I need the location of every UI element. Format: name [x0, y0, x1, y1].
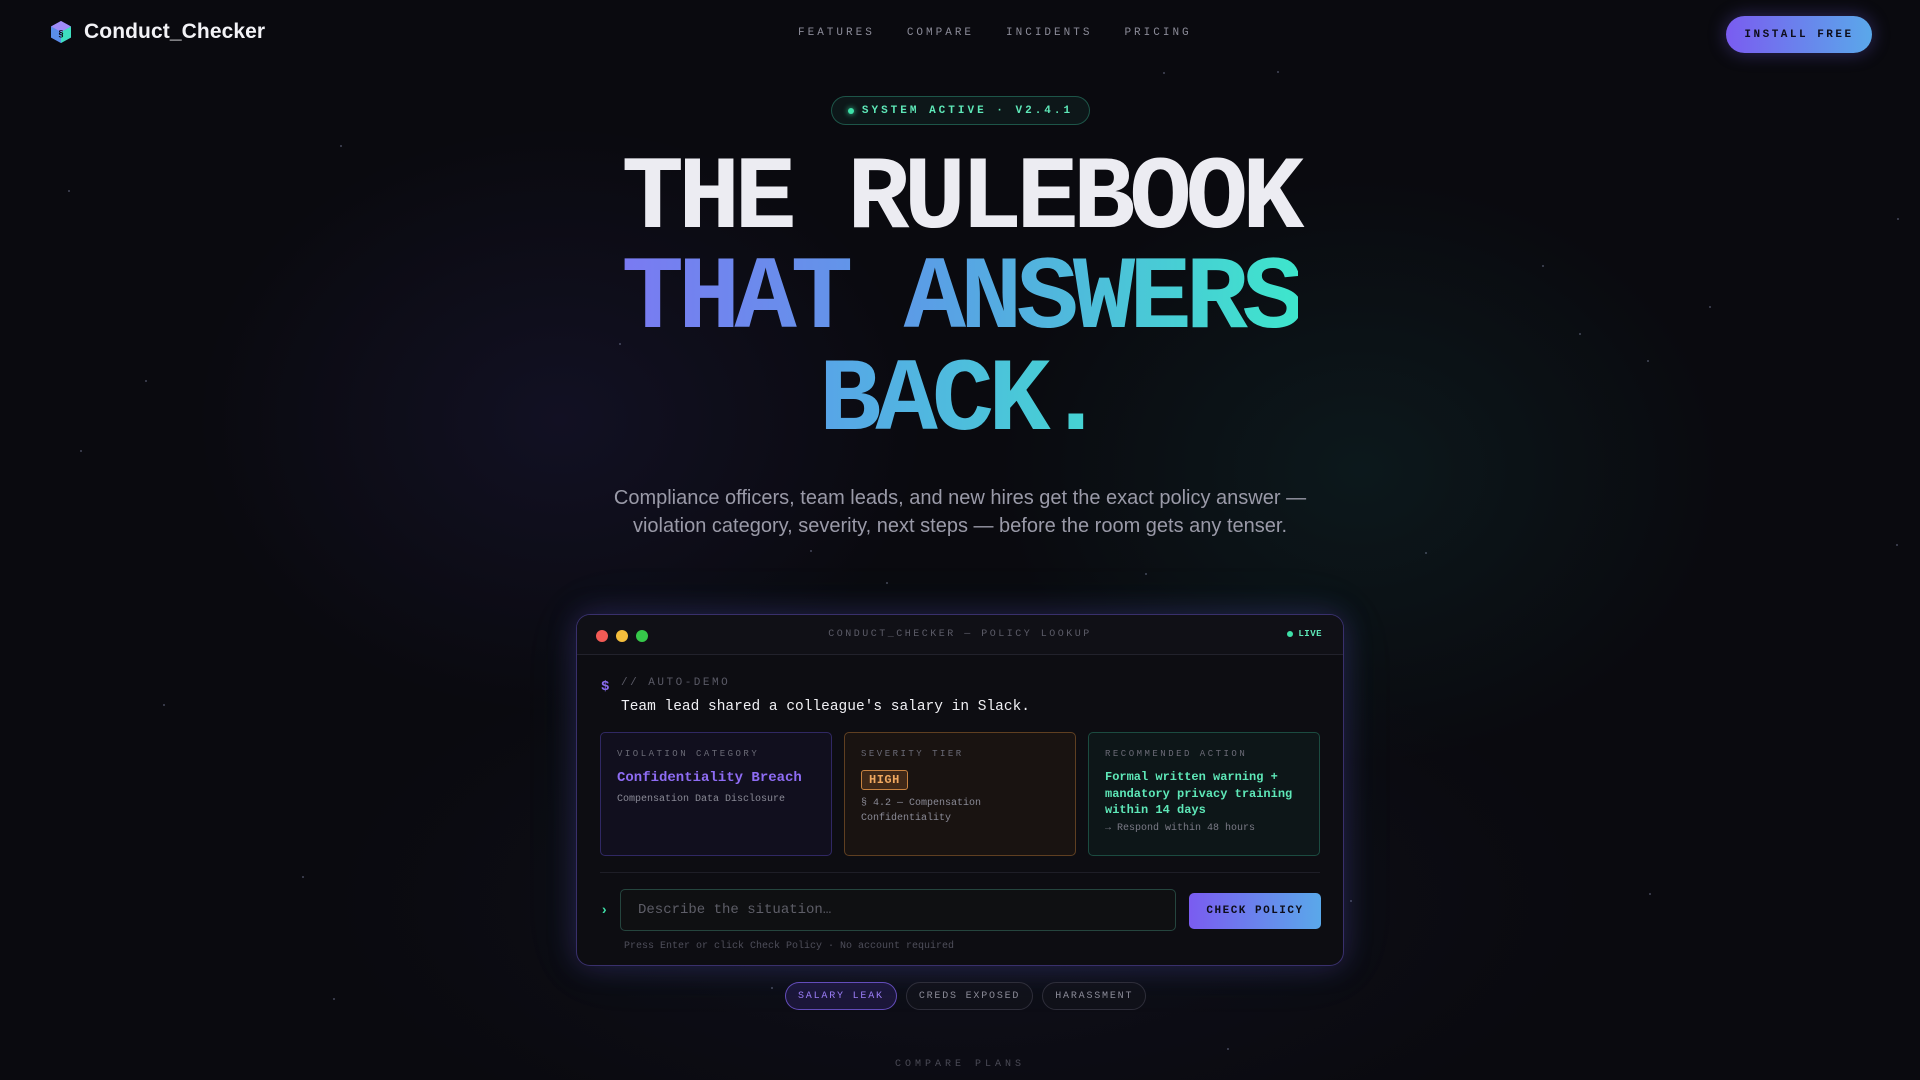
hero-headline-line-2-text: THAT ANSWERS	[621, 241, 1305, 359]
recommended-action-label: RECOMMENDED ACTION	[1105, 749, 1248, 759]
severity-tier-card: SEVERITY TIER HIGH § 4.2 — Compensation …	[844, 732, 1076, 856]
install-free-button[interactable]: INSTALL FREE	[1726, 16, 1872, 53]
live-label: LIVE	[1298, 629, 1322, 639]
chip-salary-leak[interactable]: SALARY LEAK	[785, 982, 897, 1010]
violation-category-label: VIOLATION CATEGORY	[617, 749, 760, 759]
hero-headline-line-3: BACK.	[0, 350, 1920, 454]
nav-link-compare[interactable]: COMPARE	[907, 27, 974, 39]
violation-category-detail: Compensation Data Disclosure	[617, 794, 786, 805]
auto-demo-label: // AUTO-DEMO	[621, 677, 731, 689]
status-dot-icon	[847, 107, 854, 114]
recommended-action-deadline: → Respond within 48 hours	[1105, 822, 1256, 834]
hero-headline-line-3-text: BACK.	[818, 343, 1107, 461]
violation-category-value: Confidentiality Breach	[617, 770, 802, 786]
terminal-title: CONDUCT_CHECKER — POLICY LOOKUP	[828, 629, 1092, 640]
severity-tier-label: SEVERITY TIER	[861, 749, 964, 759]
brand-logo[interactable]: § Conduct_Checker	[50, 20, 265, 44]
check-policy-button[interactable]: CHECK POLICY	[1189, 893, 1321, 929]
terminal-divider	[600, 872, 1320, 873]
chip-harassment[interactable]: HARASSMENT	[1042, 982, 1147, 1010]
input-prompt-arrow-icon: ›	[600, 903, 609, 919]
svg-text:§: §	[58, 29, 63, 39]
live-indicator: LIVE	[1287, 629, 1322, 639]
recommended-action-value: Formal written warning + mandatory priva…	[1105, 770, 1293, 817]
nav-link-features[interactable]: FEATURES	[798, 27, 875, 39]
situation-input[interactable]	[620, 889, 1176, 931]
policy-lookup-terminal: CONDUCT_CHECKER — POLICY LOOKUP LIVE $ /…	[576, 614, 1344, 966]
top-nav: § Conduct_Checker FEATURES COMPARE INCID…	[0, 0, 1920, 68]
recommended-action-card: RECOMMENDED ACTION Formal written warnin…	[1088, 732, 1320, 856]
input-hint: Press Enter or click Check Policy · No a…	[624, 941, 955, 952]
example-chips: SALARY LEAK CREDS EXPOSED HARASSMENT	[785, 982, 1147, 1010]
nav-link-pricing[interactable]: PRICING	[1124, 27, 1191, 39]
hero-headline-line-2: THAT ANSWERS	[0, 248, 1920, 352]
hero-headline-line-1: THE RULEBOOK	[621, 141, 1305, 259]
cube-logo-icon: §	[51, 21, 71, 43]
demo-situation-text: Team lead shared a colleague's salary in…	[621, 699, 1030, 715]
compare-plans-label: COMPARE PLANS	[894, 1059, 1025, 1070]
severity-badge: HIGH	[861, 770, 908, 790]
live-dot-icon	[1287, 631, 1294, 637]
status-badge-text: SYSTEM ACTIVE · V2.4.1	[861, 104, 1074, 117]
nav-link-incidents[interactable]: INCIDENTS	[1006, 27, 1092, 39]
hero-subtitle: Compliance officers, team leads, and new…	[613, 487, 1307, 537]
chip-creds-exposed[interactable]: CREDS EXPOSED	[905, 982, 1034, 1010]
terminal-title-bar: CONDUCT_CHECKER — POLICY LOOKUP LIVE	[577, 615, 1343, 655]
nav-links: FEATURES COMPARE INCIDENTS PRICING	[798, 27, 1224, 39]
brand-name: Conduct_Checker	[84, 20, 266, 43]
status-badge: SYSTEM ACTIVE · V2.4.1	[831, 96, 1090, 125]
prompt-symbol: $	[601, 679, 610, 695]
severity-policy-reference: § 4.2 — Compensation Confidentiality	[861, 798, 982, 824]
violation-category-card: VIOLATION CATEGORY Confidentiality Breac…	[600, 732, 832, 856]
